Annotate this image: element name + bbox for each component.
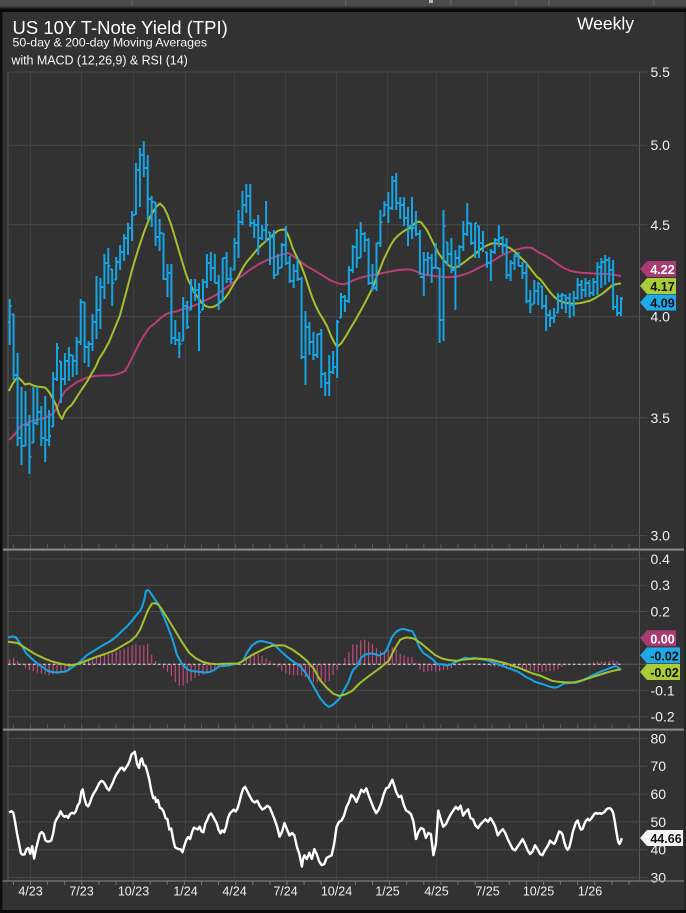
svg-text:3.0: 3.0 [651,528,671,544]
svg-text:Weekly: Weekly [577,14,634,34]
svg-text:0.00: 0.00 [650,632,674,646]
svg-text:7/23: 7/23 [69,885,93,899]
svg-text:1/24: 1/24 [173,885,197,899]
svg-text:5.5: 5.5 [651,64,671,80]
svg-text:4/23: 4/23 [18,885,42,899]
svg-text:44.66: 44.66 [650,832,681,846]
svg-text:50-day & 200-day Moving Averag: 50-day & 200-day Moving Averages [13,36,207,50]
svg-text:-0.2: -0.2 [651,709,675,725]
svg-text:60: 60 [651,786,667,802]
svg-text:5.0: 5.0 [651,137,671,153]
svg-text:30: 30 [651,870,667,886]
svg-text:70: 70 [651,758,667,774]
svg-text:3.5: 3.5 [651,410,671,426]
svg-text:4.09: 4.09 [650,297,674,311]
svg-text:4.5: 4.5 [651,217,671,233]
svg-text:-0.02: -0.02 [650,666,679,680]
svg-text:0.2: 0.2 [651,604,671,620]
svg-text:4/25: 4/25 [424,885,448,899]
svg-text:4.22: 4.22 [650,263,674,277]
svg-text:0.4: 0.4 [651,551,671,567]
svg-text:10/25: 10/25 [523,885,554,899]
svg-text:0.3: 0.3 [651,577,671,593]
svg-text:7/25: 7/25 [475,885,499,899]
svg-text:1/26: 1/26 [578,885,602,899]
svg-text:1/25: 1/25 [375,885,399,899]
svg-text:7/24: 7/24 [273,885,297,899]
svg-text:4/24: 4/24 [222,885,246,899]
svg-text:with MACD (12,26,9) & RSI (14): with MACD (12,26,9) & RSI (14) [10,54,187,68]
svg-text:10/23: 10/23 [118,885,149,899]
svg-text:4.0: 4.0 [651,309,671,325]
svg-text:-0.02: -0.02 [650,649,679,663]
svg-text:80: 80 [651,730,667,746]
svg-text:10/24: 10/24 [321,885,352,899]
svg-text:4.17: 4.17 [650,280,674,294]
svg-text:50: 50 [651,814,667,830]
svg-text:-0.1: -0.1 [651,682,675,698]
